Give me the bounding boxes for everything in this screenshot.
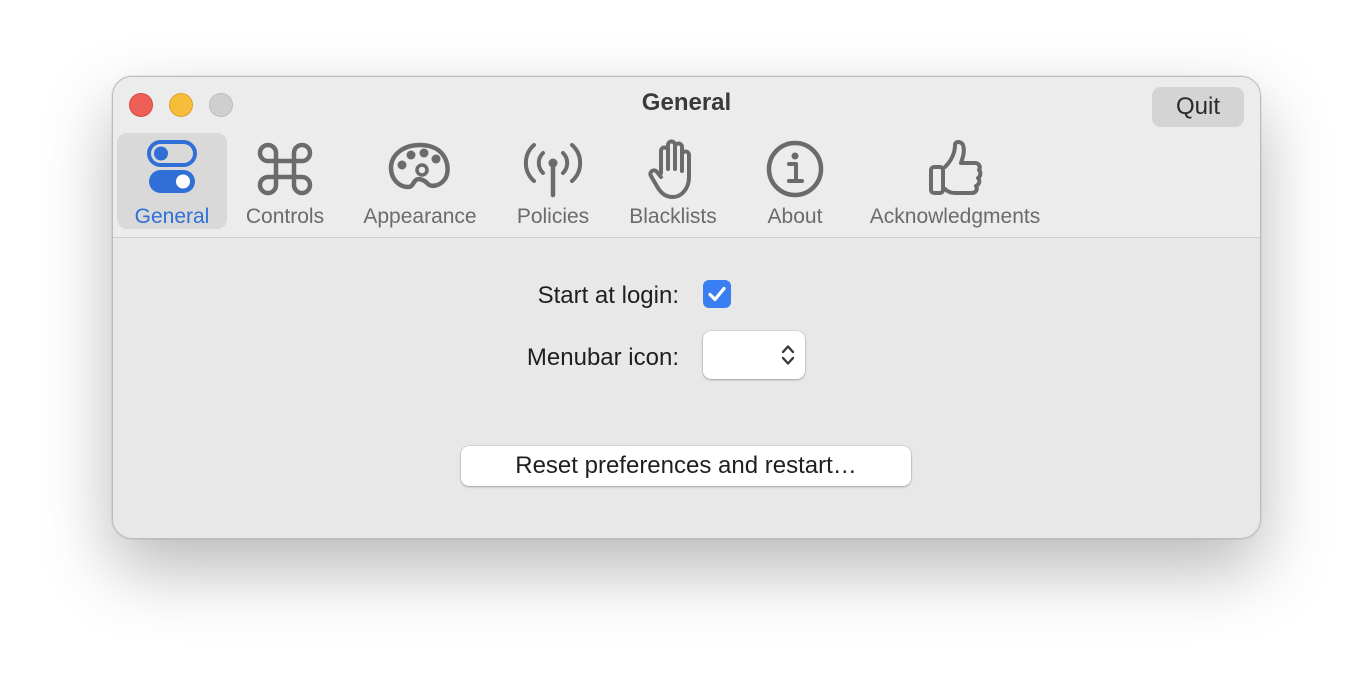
window-title: General [641, 89, 732, 116]
palette-icon [388, 142, 450, 190]
tab-general-label: General [134, 205, 210, 228]
up-down-chevron-icon [781, 345, 795, 365]
tab-appearance-label: Appearance [363, 205, 477, 228]
thumbs-up-icon [929, 140, 983, 195]
quit-button[interactable]: Quit [1152, 87, 1244, 127]
tab-about-label: About [767, 205, 823, 228]
command-key-icon [257, 142, 313, 196]
tab-acknowledgments[interactable]: Acknowledgments [855, 133, 1055, 229]
tab-acknowledgments-label: Acknowledgments [869, 205, 1041, 228]
toggle-switches-icon [147, 140, 197, 193]
tab-blacklists[interactable]: Blacklists [617, 133, 729, 229]
tab-controls-label: Controls [245, 205, 325, 228]
tab-controls[interactable]: Controls [233, 133, 337, 229]
checkmark-icon [708, 286, 726, 302]
raised-hand-icon [648, 139, 691, 199]
antenna-signal-icon [523, 143, 583, 198]
titlebar: General Quit General Controls Appearance… [113, 77, 1260, 238]
start-at-login-checkbox[interactable] [703, 280, 731, 308]
tab-policies-label: Policies [516, 205, 590, 228]
tab-about[interactable]: About [745, 133, 845, 229]
menubar-icon-label: Menubar icon: [526, 344, 679, 371]
tab-appearance[interactable]: Appearance [349, 133, 491, 229]
tab-policies[interactable]: Policies [501, 133, 605, 229]
menubar-icon-popup[interactable] [703, 331, 805, 379]
tab-general[interactable]: General [117, 133, 227, 229]
reset-preferences-button[interactable]: Reset preferences and restart… [461, 446, 911, 486]
info-circle-icon [766, 140, 824, 198]
preferences-window: General Quit General Controls Appearance… [112, 76, 1261, 539]
start-at-login-label: Start at login: [537, 282, 679, 309]
tab-blacklists-label: Blacklists [629, 205, 717, 228]
